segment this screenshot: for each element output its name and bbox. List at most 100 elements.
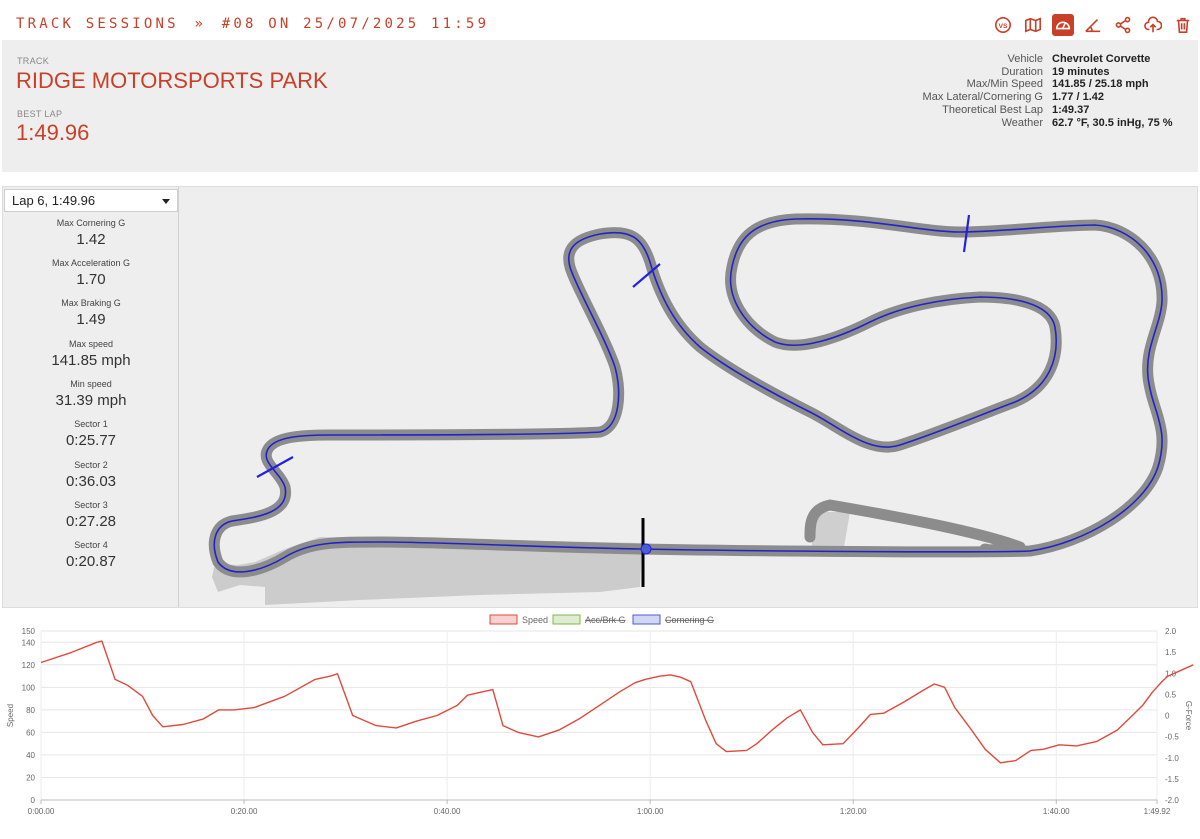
metric-sector-1: Sector 1 0:25.77 — [3, 419, 179, 449]
breadcrumb-session: #08 ON 25/07/2025 11:59 — [221, 16, 490, 32]
stat-value: 1.77 / 1.42 — [1052, 91, 1104, 104]
stat-row: Vehicle Chevrolet Corvette — [923, 53, 1184, 66]
metric-max-speed: Max speed 141.85 mph — [3, 339, 179, 369]
metric-value: 0:25.77 — [65, 432, 117, 449]
telemetry-chart[interactable]: Speed Acc/Brk G Cornering G 0 20 40 60 80 100 120… — [0, 608, 1200, 839]
telemetry-chart-canvas: Speed Acc/Brk G Cornering G 0 20 40 60 80 100 120… — [6, 614, 1194, 816]
breadcrumb-separator: » — [194, 16, 207, 32]
y2-tick-label: -1.5 — [1165, 775, 1179, 784]
x-tick-label: 1:49.92 — [1144, 807, 1171, 816]
metric-value: 31.39 mph — [55, 392, 127, 409]
stat-label: Max/Min Speed — [966, 78, 1043, 91]
metric-value: 1.42 — [76, 231, 106, 248]
metric-label: Max Braking G — [61, 298, 121, 308]
metric-sector-4: Sector 4 0:20.87 — [3, 540, 179, 570]
y2-tick-label: 0.5 — [1165, 690, 1177, 699]
metric-sector-3: Sector 3 0:27.28 — [3, 500, 179, 530]
stat-row: Max/Min Speed 141.85 / 25.18 mph — [923, 78, 1184, 91]
y-axis-label: Speed — [6, 704, 15, 727]
stat-row: Duration 19 minutes — [923, 66, 1184, 79]
x-tick-label: 0:00.00 — [28, 807, 55, 816]
car-position-marker — [640, 543, 652, 555]
cloud-upload-icon[interactable] — [1142, 14, 1164, 36]
trash-icon[interactable] — [1172, 14, 1194, 36]
stat-value: 1:49.37 — [1052, 103, 1090, 116]
vs-icon[interactable]: VS — [992, 14, 1014, 36]
metric-min-speed: Min speed 31.39 mph — [3, 379, 179, 409]
y2-tick-label: -1.0 — [1165, 754, 1179, 763]
top-bar: TRACK SESSIONS » #08 ON 25/07/2025 11:59… — [0, 0, 1200, 40]
metric-label: Sector 1 — [74, 419, 108, 429]
track-outline — [208, 213, 1168, 578]
metric-label: Min speed — [70, 379, 112, 389]
y2-tick-label: 2.0 — [1165, 627, 1177, 636]
metric-value: 1.70 — [76, 271, 106, 288]
speed-series-line — [40, 640, 1194, 764]
lap-select-value: Lap 6, 1:49.96 — [12, 193, 96, 208]
stat-row: Theoretical Best Lap 1:49.37 — [923, 104, 1184, 117]
stat-label: Duration — [1001, 65, 1043, 78]
stat-value: 141.85 / 25.18 mph — [1052, 78, 1149, 91]
metric-value: 0:36.03 — [65, 473, 117, 490]
x-tick-label: 0:40.00 — [434, 807, 461, 816]
y2-axis-label: G-Force — [1184, 701, 1193, 731]
metric-value: 0:20.87 — [65, 553, 117, 570]
x-tick-label: 0:20.00 — [231, 807, 258, 816]
lap-panel: Lap 6, 1:49.96 Max Cornering G 1.42 Max … — [2, 186, 1198, 608]
lap-stats-sidebar: Lap 6, 1:49.96 Max Cornering G 1.42 Max … — [3, 187, 179, 607]
y-tick-label: 80 — [26, 706, 35, 715]
metric-value: 141.85 mph — [51, 352, 131, 369]
lap-select[interactable]: Lap 6, 1:49.96 — [4, 189, 178, 212]
stat-label: Weather — [1001, 116, 1043, 129]
track-name: RIDGE MOTORSPORTS PARK — [16, 68, 328, 93]
share-icon[interactable] — [1112, 14, 1134, 36]
metric-value: 0:27.28 — [65, 513, 117, 530]
y-tick-label: 140 — [22, 638, 36, 647]
y2-tick-label: -0.5 — [1165, 733, 1179, 742]
y-tick-label: 20 — [26, 773, 35, 782]
metric-value: 1.49 — [76, 311, 106, 328]
angle-icon[interactable] — [1082, 14, 1104, 36]
stat-row: Weather 62.7 °F, 30.5 inHg, 75 % — [923, 117, 1184, 130]
metric-max-acceleration-g: Max Acceleration G 1.70 — [3, 258, 179, 288]
legend-label: Cornering G — [665, 615, 714, 625]
map-icon[interactable] — [1022, 14, 1044, 36]
x-tick-label: 1:40.00 — [1043, 807, 1070, 816]
toolbar: VS — [992, 12, 1194, 38]
best-lap-label: BEST LAP — [17, 109, 63, 119]
metric-label: Sector 4 — [74, 540, 108, 550]
legend-swatch — [489, 614, 518, 625]
y2-tick-label: -2.0 — [1165, 796, 1179, 805]
legend-label: Acc/Brk G — [585, 615, 626, 625]
y-tick-label: 0 — [31, 796, 36, 805]
best-lap-value: 1:49.96 — [16, 120, 90, 145]
breadcrumb: TRACK SESSIONS » #08 ON 25/07/2025 11:59 — [16, 16, 489, 32]
y-tick-label: 120 — [22, 661, 36, 670]
stat-row: Max Lateral/Cornering G 1.77 / 1.42 — [923, 91, 1184, 104]
y2-tick-label: 0 — [1165, 712, 1170, 721]
track-label: TRACK — [17, 56, 50, 66]
metric-sector-2: Sector 2 0:36.03 — [3, 460, 179, 490]
metric-label: Sector 3 — [74, 500, 108, 510]
session-header: TRACK RIDGE MOTORSPORTS PARK BEST LAP 1:… — [2, 40, 1198, 172]
gauge-icon[interactable] — [1052, 14, 1074, 36]
legend-label: Speed — [522, 615, 548, 625]
chevron-down-icon — [162, 199, 170, 204]
svg-text:VS: VS — [998, 23, 1008, 30]
metric-max-braking-g: Max Braking G 1.49 — [3, 298, 179, 328]
track-map[interactable] — [180, 187, 1197, 607]
stat-label: Max Lateral/Cornering G — [922, 91, 1043, 104]
session-stats: Vehicle Chevrolet Corvette Duration 19 min… — [923, 53, 1184, 129]
x-tick-label: 1:00.00 — [637, 807, 664, 816]
y-tick-label: 150 — [22, 627, 36, 636]
metric-label: Sector 2 — [74, 460, 108, 470]
y-tick-label: 60 — [26, 728, 35, 737]
metric-label: Max Acceleration G — [51, 258, 131, 268]
y-tick-label: 40 — [26, 751, 35, 760]
metric-label: Max speed — [68, 339, 114, 349]
y-tick-label: 100 — [22, 683, 36, 692]
stat-value: Chevrolet Corvette — [1052, 53, 1151, 65]
legend-swatch — [632, 614, 661, 625]
breadcrumb-section[interactable]: TRACK SESSIONS — [16, 16, 179, 32]
metric-label: Max Cornering G — [56, 218, 126, 228]
